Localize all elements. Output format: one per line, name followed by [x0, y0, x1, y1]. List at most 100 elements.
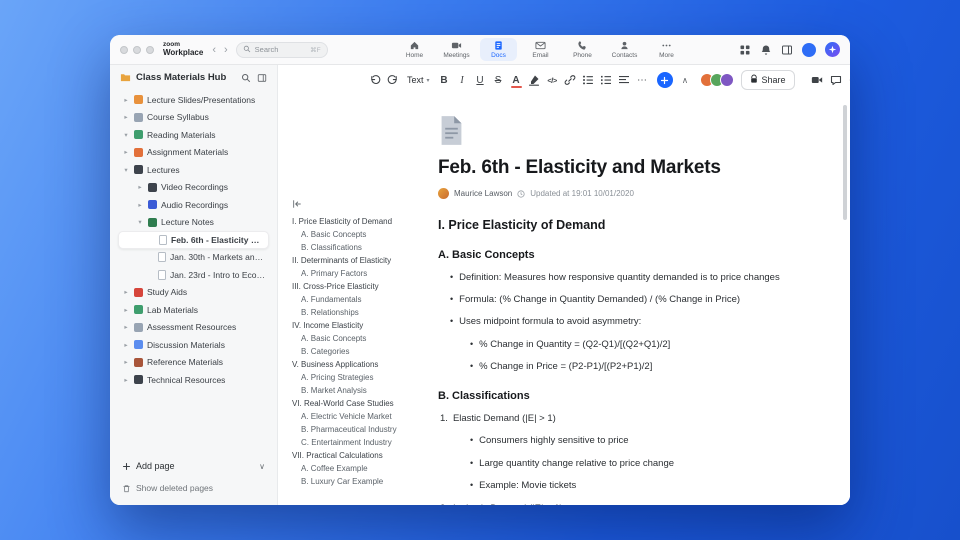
outline-item[interactable]: A. Primary Factors	[292, 267, 436, 280]
sidebar-item[interactable]: ▸ Study Aids	[118, 284, 269, 302]
chevron-right-icon[interactable]: ▸	[122, 358, 130, 366]
tab-contacts[interactable]: Contacts	[606, 38, 643, 61]
outline-item[interactable]: A. Fundamentals	[292, 293, 436, 306]
user-avatar[interactable]	[802, 42, 816, 57]
sidebar-item[interactable]: ▸ Assessment Resources	[118, 319, 269, 337]
add-page-button[interactable]: Add page ∨	[122, 457, 265, 475]
outline-item[interactable]: A. Electric Vehicle Market	[292, 410, 436, 423]
chevron-right-icon[interactable]: ▸	[122, 376, 130, 384]
collapse-toolbar-icon[interactable]: ∧	[677, 70, 694, 90]
bullet-list-icon[interactable]	[580, 70, 597, 90]
outline-item[interactable]: A. Pricing Strategies	[292, 371, 436, 384]
forward-button[interactable]: ›	[224, 44, 228, 56]
more-format-icon[interactable]: ⋯	[634, 70, 651, 90]
outline-item[interactable]: III. Cross-Price Elasticity	[292, 280, 436, 293]
sidebar-item[interactable]: ▸ Discussion Materials	[118, 336, 269, 354]
sidebar-collapse-icon[interactable]	[257, 73, 267, 83]
text-color-icon[interactable]: A	[508, 70, 525, 90]
highlighter-icon[interactable]	[526, 70, 543, 90]
chevron-down-icon[interactable]: ▾	[122, 166, 130, 174]
chevron-right-icon[interactable]: ▸	[122, 323, 130, 331]
notifications-bell-icon[interactable]	[760, 44, 772, 56]
outline-item[interactable]: B. Classifications	[292, 241, 436, 254]
tab-email[interactable]: Email	[522, 38, 559, 61]
tab-home[interactable]: Home	[396, 38, 433, 61]
outline-item[interactable]: C. Entertainment Industry	[292, 436, 436, 449]
undo-icon[interactable]	[366, 70, 383, 90]
video-icon[interactable]	[809, 70, 826, 90]
insert-button[interactable]	[656, 72, 673, 88]
window-minimize-button[interactable]	[133, 45, 141, 54]
sidebar-item[interactable]: ▸ Video Recordings	[118, 179, 269, 197]
chevron-down-icon[interactable]: ▾	[122, 131, 130, 139]
tab-meetings[interactable]: Meetings	[438, 38, 475, 61]
window-close-button[interactable]	[120, 45, 128, 54]
sidebar-item[interactable]: ▾ Reading Materials	[118, 126, 269, 144]
scrollbar-thumb[interactable]	[843, 105, 847, 220]
outline-item[interactable]: I. Price Elasticity of Demand	[292, 215, 436, 228]
italic-icon[interactable]: I	[454, 70, 471, 90]
text-style-dropdown[interactable]: Text ▾	[402, 70, 435, 90]
outline-item[interactable]: II. Determinants of Elasticity	[292, 254, 436, 267]
chevron-down-icon[interactable]: ∨	[259, 462, 265, 471]
globe-icon[interactable]	[847, 70, 850, 90]
sidebar-item[interactable]: Jan. 30th - Markets and P...	[118, 249, 269, 267]
sidebar-item[interactable]: ▸ Audio Recordings	[118, 196, 269, 214]
outline-item[interactable]: A. Basic Concepts	[292, 228, 436, 241]
chevron-right-icon[interactable]: ▸	[122, 113, 130, 121]
chevron-right-icon[interactable]: ▸	[136, 201, 144, 209]
link-icon[interactable]	[562, 70, 579, 90]
sidebar-item[interactable]: ▸ Reference Materials	[118, 354, 269, 372]
chevron-right-icon[interactable]: ▸	[122, 341, 130, 349]
tab-phone[interactable]: Phone	[564, 38, 601, 61]
sidebar-item[interactable]: ▸ Lab Materials	[118, 301, 269, 319]
sidebar-search-icon[interactable]	[241, 73, 251, 83]
outline-item[interactable]: VI. Real-World Case Studies	[292, 397, 436, 410]
chevron-down-icon[interactable]: ▾	[136, 218, 144, 226]
share-button[interactable]: Share	[740, 70, 795, 90]
chevron-right-icon[interactable]: ▸	[136, 183, 144, 191]
numbered-list-icon[interactable]	[598, 70, 615, 90]
collaborator-avatar[interactable]	[719, 73, 734, 87]
sidebar-item[interactable]: Feb. 6th - Elasticity and M...	[118, 231, 269, 249]
sidebar-item[interactable]: ▾ Lecture Notes	[118, 214, 269, 232]
window-zoom-button[interactable]	[146, 45, 154, 54]
sidebar-item[interactable]: ▸ Technical Resources	[118, 371, 269, 389]
outline-item[interactable]: B. Luxury Car Example	[292, 475, 436, 488]
chevron-right-icon[interactable]: ▸	[122, 306, 130, 314]
code-icon[interactable]: </>	[544, 70, 561, 90]
back-button[interactable]: ‹	[212, 44, 216, 56]
doc-title[interactable]: Feb. 6th - Elasticity and Markets	[438, 157, 812, 179]
doc-content[interactable]: Feb. 6th - Elasticity and Markets Mauric…	[438, 95, 812, 505]
redo-icon[interactable]	[384, 70, 401, 90]
ai-companion-button[interactable]	[825, 42, 840, 57]
apps-grid-icon[interactable]	[739, 44, 751, 56]
sidebar-item[interactable]: ▸ Lecture Slides/Presentations	[118, 91, 269, 109]
tab-docs[interactable]: Docs	[480, 38, 517, 61]
sidebar-item[interactable]: Jan. 23rd - Intro to Econo...	[118, 266, 269, 284]
align-icon[interactable]	[616, 70, 633, 90]
chevron-right-icon[interactable]: ▸	[122, 148, 130, 156]
underline-icon[interactable]: U	[472, 70, 489, 90]
sidebar-item[interactable]: ▾ Lectures	[118, 161, 269, 179]
bold-icon[interactable]: B	[436, 70, 453, 90]
sidebar-item[interactable]: ▸ Assignment Materials	[118, 144, 269, 162]
tab-more[interactable]: More	[648, 38, 685, 61]
global-search-input[interactable]: Search ⌘F	[235, 41, 328, 58]
outline-item[interactable]: V. Business Applications	[292, 358, 436, 371]
outline-item[interactable]: IV. Income Elasticity	[292, 319, 436, 332]
panel-toggle-icon[interactable]	[781, 44, 793, 56]
outline-item[interactable]: B. Market Analysis	[292, 384, 436, 397]
strikethrough-icon[interactable]: S	[490, 70, 507, 90]
outline-item[interactable]: A. Basic Concepts	[292, 332, 436, 345]
chevron-right-icon[interactable]: ▸	[122, 288, 130, 296]
sidebar-item[interactable]: ▸ Course Syllabus	[118, 109, 269, 127]
outline-item[interactable]: A. Coffee Example	[292, 462, 436, 475]
show-deleted-pages-button[interactable]: Show deleted pages	[122, 480, 265, 496]
comment-icon[interactable]	[828, 70, 845, 90]
outline-collapse-icon[interactable]	[292, 199, 436, 209]
outline-item[interactable]: B. Relationships	[292, 306, 436, 319]
chevron-right-icon[interactable]: ▸	[122, 96, 130, 104]
outline-item[interactable]: B. Pharmaceutical Industry	[292, 423, 436, 436]
outline-item[interactable]: B. Categories	[292, 345, 436, 358]
